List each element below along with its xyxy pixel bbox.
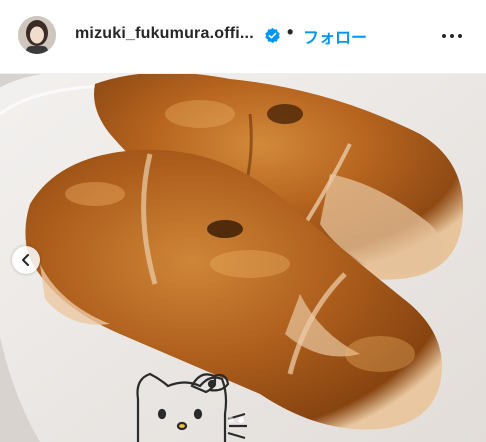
previous-slide-button[interactable] (12, 246, 40, 274)
post-media[interactable] (0, 74, 486, 442)
follow-button[interactable]: フォロー (303, 24, 367, 48)
separator-dot: • (287, 22, 294, 42)
post-header: mizuki_fukumura.offi... • フォロー (0, 0, 486, 74)
carousel-indicator (228, 417, 244, 423)
verified-badge-icon (265, 27, 280, 44)
avatar[interactable] (18, 16, 56, 54)
chevron-left-icon (22, 254, 29, 266)
carousel-dot (228, 417, 234, 423)
carousel-dot-active (238, 417, 244, 423)
bread-photo (0, 74, 486, 442)
more-options-icon[interactable] (440, 26, 464, 46)
username[interactable]: mizuki_fukumura.offi... (75, 25, 254, 43)
